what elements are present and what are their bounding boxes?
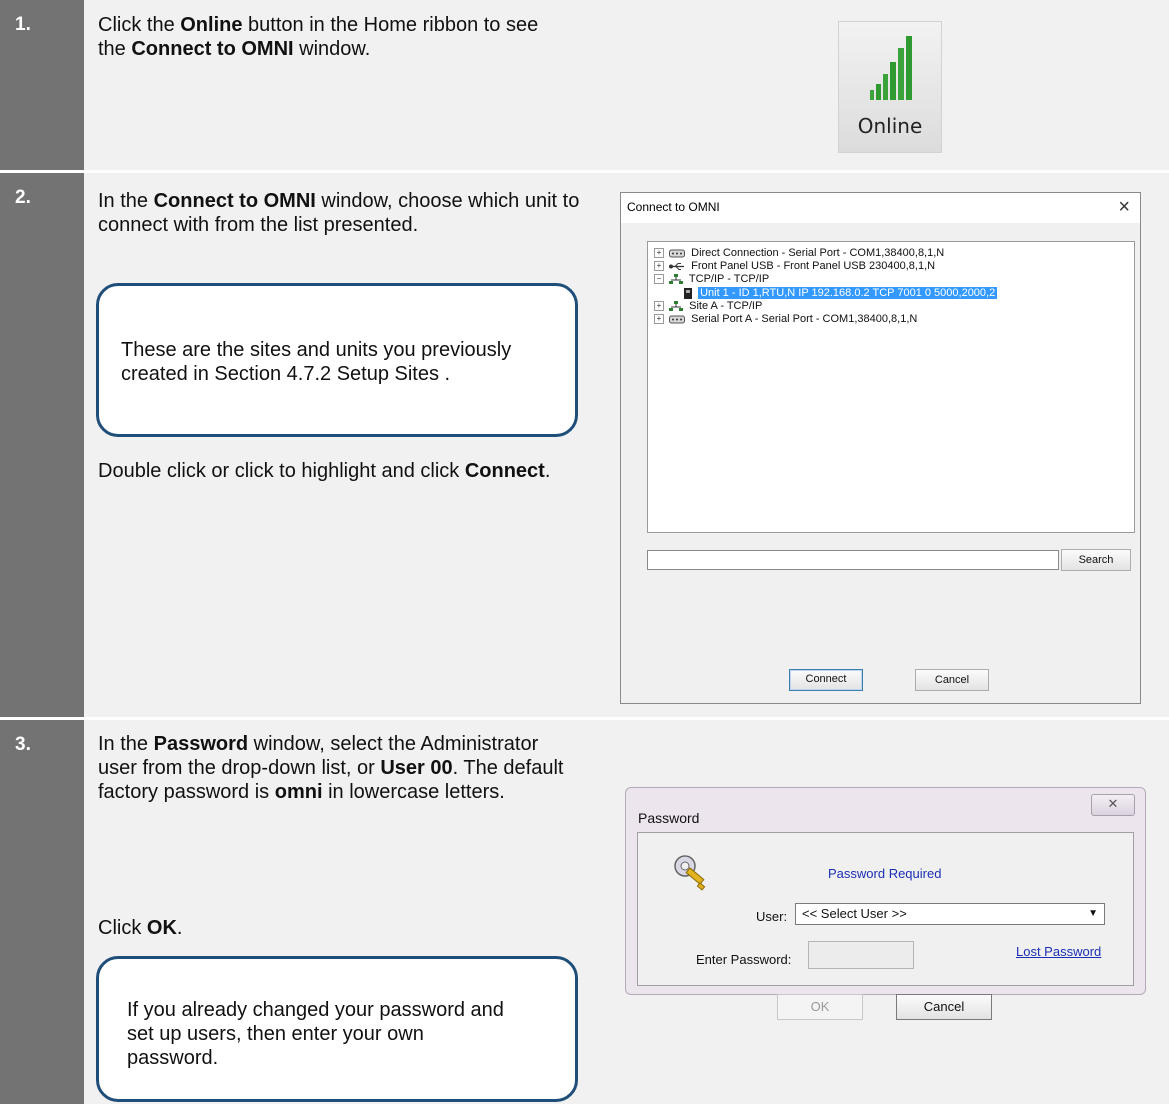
bold-term: Connect bbox=[464, 460, 545, 482]
expand-icon[interactable]: + bbox=[654, 248, 664, 259]
step-3-callout: If you already changed your password and… bbox=[96, 956, 578, 1102]
usb-icon bbox=[669, 262, 685, 270]
network-icon bbox=[669, 273, 684, 284]
step-3-text: In the Password window, select the Admin… bbox=[98, 733, 564, 803]
bold-term: Connect to OMNI bbox=[153, 190, 316, 212]
expand-icon[interactable]: + bbox=[654, 301, 664, 312]
step-number-1: 1. bbox=[0, 0, 84, 170]
chevron-down-icon: ▼ bbox=[1088, 908, 1098, 919]
online-ribbon-button[interactable]: Online bbox=[838, 21, 942, 153]
step-1-text: Click the Online button in the Home ribb… bbox=[98, 14, 539, 60]
close-icon[interactable]: ✕ bbox=[1091, 794, 1135, 816]
step-row-1: 1. Click the Online button in the Home r… bbox=[0, 0, 1169, 170]
connect-button[interactable]: Connect bbox=[789, 669, 863, 691]
expand-icon[interactable]: + bbox=[654, 261, 664, 272]
tree-node-front-panel-usb[interactable]: + Front Panel USB - Front Panel USB 2304… bbox=[654, 260, 935, 273]
bold-term: omni bbox=[274, 781, 323, 803]
tree-node-direct-connection[interactable]: + Direct Connection - Serial Port - COM1… bbox=[654, 247, 944, 260]
password-required-text: Password Required bbox=[828, 866, 942, 881]
bold-term: Online bbox=[180, 14, 243, 36]
search-button[interactable]: Search bbox=[1061, 549, 1131, 571]
step-number-3: 3. bbox=[0, 720, 84, 1104]
step-2-text: In the Connect to OMNI window, choose wh… bbox=[98, 190, 580, 236]
bold-term: Password bbox=[153, 733, 249, 755]
password-window: Password ✕ Password Required User: << Se… bbox=[625, 787, 1146, 1020]
signal-bars-icon bbox=[870, 36, 912, 100]
bold-term: Connect to OMNI bbox=[131, 38, 294, 60]
user-select-value: << Select User >> bbox=[802, 906, 907, 921]
tree-node-unit-1[interactable]: Unit 1 - ID 1,RTU,N IP 192.168.0.2 TCP 7… bbox=[684, 287, 998, 300]
cancel-button[interactable]: Cancel bbox=[896, 994, 992, 1020]
connect-window-titlebar: Connect to OMNI × bbox=[621, 193, 1140, 223]
step-number-2: 2. bbox=[0, 173, 84, 717]
key-icon bbox=[674, 855, 706, 891]
instruction-document: 1. Click the Online button in the Home r… bbox=[0, 0, 1169, 1104]
tree-node-tcp-ip[interactable]: − TCP/IP - TCP/IP bbox=[654, 273, 769, 286]
online-button-label: Online bbox=[857, 114, 923, 138]
cancel-button[interactable]: Cancel bbox=[915, 669, 989, 691]
password-form: Password Required User: << Select User >… bbox=[637, 832, 1134, 1020]
enter-password-label: Enter Password: bbox=[696, 952, 792, 967]
step-3-after-text: Click OK. bbox=[98, 917, 183, 939]
network-icon bbox=[669, 300, 684, 311]
connect-window-title: Connect to OMNI bbox=[627, 200, 720, 214]
collapse-icon[interactable]: − bbox=[654, 274, 664, 285]
expand-icon[interactable]: + bbox=[654, 314, 664, 325]
password-window-title: Password bbox=[638, 810, 700, 826]
bold-term: OK bbox=[146, 917, 177, 939]
step-2-after-text: Double click or click to highlight and c… bbox=[98, 460, 551, 482]
lost-password-link[interactable]: Lost Password bbox=[1016, 944, 1101, 959]
user-select[interactable]: << Select User >> ▼ bbox=[795, 903, 1105, 925]
serial-port-icon bbox=[669, 249, 686, 258]
tree-node-serial-port-a[interactable]: + Serial Port A - Serial Port - COM1,384… bbox=[654, 313, 917, 326]
connection-tree[interactable]: + Direct Connection - Serial Port - COM1… bbox=[647, 241, 1135, 533]
search-input[interactable] bbox=[647, 550, 1059, 570]
tree-node-site-a[interactable]: + Site A - TCP/IP bbox=[654, 300, 762, 313]
step-2-callout: These are the sites and units you previo… bbox=[96, 283, 578, 437]
password-field[interactable] bbox=[808, 941, 914, 969]
bold-term: User 00 bbox=[380, 757, 453, 779]
serial-port-icon bbox=[669, 315, 686, 324]
close-icon[interactable]: × bbox=[1118, 195, 1130, 219]
ok-button[interactable]: OK bbox=[777, 994, 863, 1020]
user-label: User: bbox=[756, 909, 788, 924]
connect-to-omni-window: Connect to OMNI × + Direct Connection - … bbox=[620, 192, 1141, 704]
unit-icon bbox=[684, 287, 692, 299]
